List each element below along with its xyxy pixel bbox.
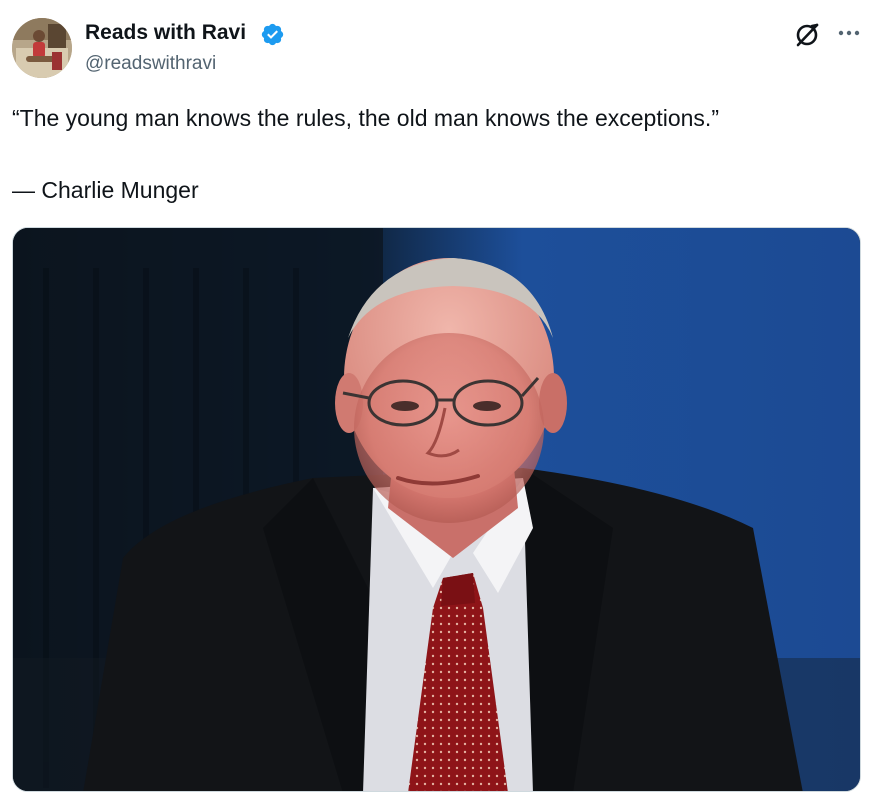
line-break xyxy=(12,136,862,172)
tweet-quote: “The young man knows the rules, the old … xyxy=(12,105,719,131)
tweet-text: “The young man knows the rules, the old … xyxy=(12,100,862,208)
tweet-photo[interactable] xyxy=(12,227,861,792)
grok-icon[interactable] xyxy=(792,20,822,50)
author-display-name[interactable]: Reads with Ravi xyxy=(85,21,246,45)
avatar-photo xyxy=(12,18,72,78)
verified-badge-icon[interactable] xyxy=(260,22,285,47)
tweet-attribution: — Charlie Munger xyxy=(12,177,199,203)
more-options-icon[interactable] xyxy=(834,20,864,50)
tweet-card: Reads with Ravi @readswithravi “The youn… xyxy=(0,0,876,805)
photo-of-charlie-munger xyxy=(13,228,860,791)
author-avatar[interactable] xyxy=(12,18,72,78)
author-handle[interactable]: @readswithravi xyxy=(85,53,216,75)
